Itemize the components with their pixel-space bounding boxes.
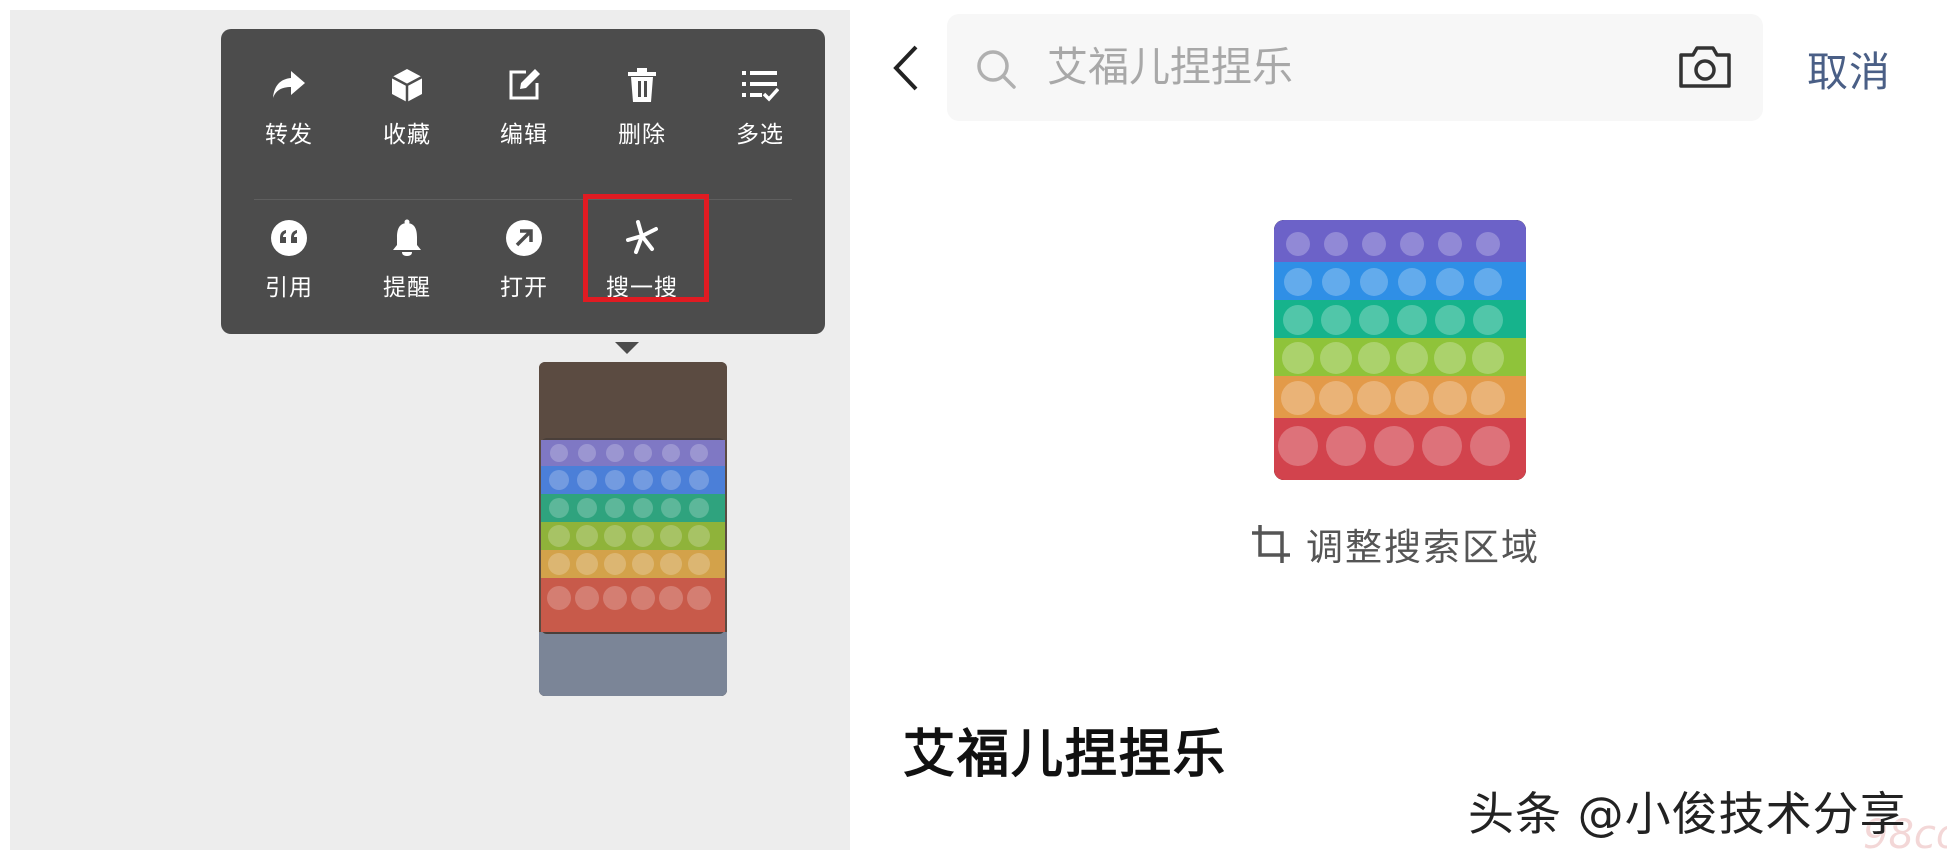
pop-it-toy-photo [1274,220,1526,480]
menu-item-forward[interactable]: 转发 [241,51,337,161]
menu-item-remind[interactable]: 提醒 [359,204,455,314]
favorite-cube-icon [387,65,427,105]
adjust-search-area-label: 调整搜索区域 [1306,526,1540,569]
cancel-button[interactable]: 取消 [1807,38,1891,98]
search-query-image[interactable] [1274,220,1526,480]
message-context-menu: 转发 收藏 编辑 删除 多选 引用 提醒 打开 搜一搜 [221,29,825,334]
result-title: 艾福儿捏捏乐 [903,725,1228,785]
camera-icon[interactable] [1677,44,1733,90]
back-button[interactable] [886,40,926,96]
trash-icon [622,65,662,105]
search-page: 取消 调整搜索区域 艾福儿捏捏乐 98cod [850,0,1947,858]
menu-row-secondary: 引用 提醒 打开 搜一搜 [221,204,825,314]
edit-icon [504,65,544,105]
chat-image-thumbnail[interactable] [539,362,727,696]
crop-icon [1252,525,1290,563]
menu-item-delete[interactable]: 删除 [594,51,690,161]
forward-icon [269,65,309,105]
menu-item-favorite[interactable]: 收藏 [359,51,455,161]
pop-it-toy-photo [539,362,727,696]
menu-item-edit[interactable]: 编辑 [476,51,572,161]
author-watermark: 头条 @小俊技术分享 [1468,787,1907,841]
chevron-left-icon [893,45,918,91]
menu-row-primary: 转发 收藏 编辑 删除 多选 [221,51,825,161]
chat-panel: 转发 收藏 编辑 删除 多选 引用 提醒 打开 搜一搜 [10,10,850,850]
adjust-search-area-button[interactable]: 调整搜索区域 [1250,516,1540,572]
bell-icon [387,218,427,258]
menu-pointer-arrow [615,342,639,354]
search-icon [977,50,1016,89]
search-bar [947,14,1763,121]
menu-item-open[interactable]: 打开 [476,204,572,314]
open-arrow-icon [504,218,544,258]
multi-select-icon [740,65,780,105]
search-input[interactable] [1045,36,1609,98]
menu-divider [254,199,792,200]
quote-icon [269,218,309,258]
menu-item-quote[interactable]: 引用 [241,204,337,314]
menu-item-multi-select[interactable]: 多选 [712,51,808,161]
highlight-annotation-box [583,194,709,302]
